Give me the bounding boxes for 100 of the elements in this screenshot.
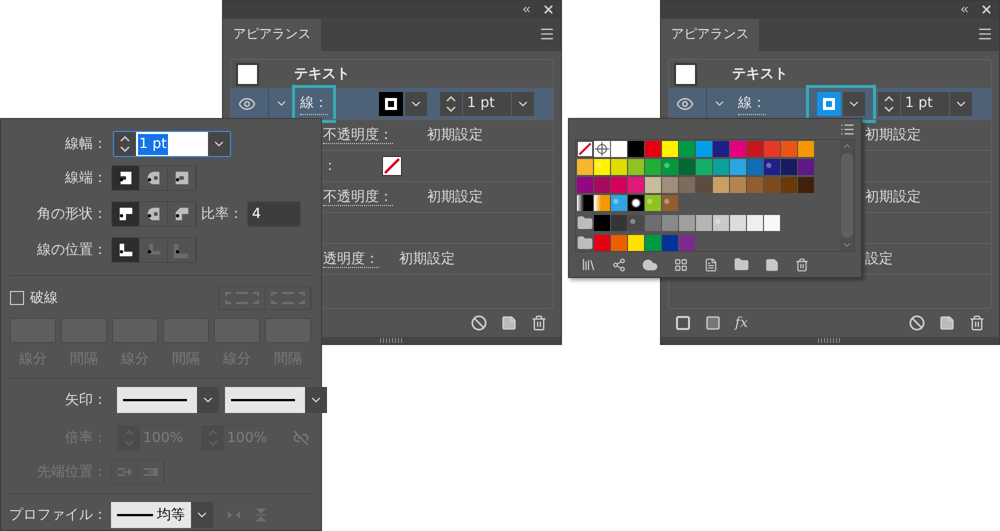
- resize-grip-icon[interactable]: [380, 338, 404, 343]
- dropdown-button[interactable]: [305, 387, 327, 413]
- color-swatch[interactable]: [730, 177, 746, 193]
- stroke-swatch[interactable]: [379, 92, 403, 116]
- add-fill-icon[interactable]: [705, 315, 721, 331]
- resize-grip-icon[interactable]: [818, 338, 842, 343]
- color-swatch[interactable]: [713, 141, 729, 157]
- scrollbar[interactable]: [840, 140, 854, 251]
- none-swatch[interactable]: [382, 156, 402, 176]
- stepper-button[interactable]: [878, 92, 900, 116]
- color-swatch[interactable]: [662, 235, 678, 251]
- dropdown-button[interactable]: [843, 92, 865, 116]
- color-swatch[interactable]: [628, 141, 644, 157]
- color-swatch[interactable]: [611, 215, 627, 231]
- flip-horizontal-icon[interactable]: [227, 509, 241, 521]
- color-swatch[interactable]: [764, 177, 780, 193]
- color-swatch[interactable]: [798, 159, 814, 175]
- center-option[interactable]: [112, 238, 140, 262]
- color-swatch[interactable]: [628, 177, 644, 193]
- share-nodes-icon[interactable]: [612, 258, 626, 272]
- trash-icon[interactable]: [795, 258, 809, 272]
- attribute-label[interactable]: 不透明度：: [323, 126, 393, 144]
- color-swatch[interactable]: [645, 215, 661, 231]
- clear-icon[interactable]: [471, 315, 487, 331]
- color-swatch[interactable]: [764, 141, 780, 157]
- color-swatch[interactable]: [662, 195, 678, 211]
- document-icon[interactable]: [704, 258, 718, 272]
- trash-icon[interactable]: [969, 315, 985, 331]
- attribute-label[interactable]: 透明度：: [323, 250, 379, 268]
- color-swatch[interactable]: [747, 159, 763, 175]
- folder-icon[interactable]: [577, 235, 593, 251]
- color-swatch[interactable]: [781, 177, 797, 193]
- menu-icon[interactable]: [539, 26, 555, 42]
- stroke-weight-control[interactable]: 1 pt: [113, 131, 231, 157]
- close-icon[interactable]: [542, 3, 555, 16]
- color-swatch[interactable]: [645, 235, 661, 251]
- color-swatch[interactable]: [747, 215, 763, 231]
- color-swatch[interactable]: [577, 159, 593, 175]
- color-swatch[interactable]: [679, 215, 695, 231]
- list-view-icon[interactable]: [840, 122, 855, 136]
- stroke-swatch[interactable]: [817, 92, 841, 116]
- color-swatch[interactable]: [628, 195, 644, 211]
- color-swatch[interactable]: [611, 235, 627, 251]
- color-swatch[interactable]: [611, 159, 627, 175]
- color-swatch[interactable]: [628, 159, 644, 175]
- color-swatch[interactable]: [781, 141, 797, 157]
- stroke-weight-field[interactable]: 1 pt: [901, 92, 949, 116]
- color-swatch[interactable]: [679, 235, 695, 251]
- limit-field[interactable]: 4: [247, 201, 301, 227]
- color-swatch[interactable]: [611, 141, 627, 157]
- end-arrow-dropdown[interactable]: [225, 387, 305, 413]
- stepper-button[interactable]: [114, 132, 136, 156]
- scrollbar-thumb[interactable]: [841, 153, 853, 238]
- color-swatch[interactable]: [628, 215, 644, 231]
- duplicate-icon[interactable]: [939, 315, 955, 331]
- color-swatch[interactable]: [645, 159, 661, 175]
- library-icon[interactable]: [581, 257, 596, 272]
- color-swatch[interactable]: [611, 177, 627, 193]
- dropdown-button[interactable]: [512, 92, 534, 116]
- miter-option[interactable]: [112, 202, 140, 226]
- color-swatch[interactable]: [798, 141, 814, 157]
- new-swatch-icon[interactable]: [765, 258, 779, 272]
- color-swatch[interactable]: [628, 235, 644, 251]
- color-swatch[interactable]: [645, 177, 661, 193]
- collapse-icon[interactable]: [959, 4, 970, 15]
- color-swatch[interactable]: [781, 159, 797, 175]
- color-swatch[interactable]: [696, 141, 712, 157]
- fx-button[interactable]: fx: [735, 312, 748, 334]
- grid-icon[interactable]: [674, 258, 688, 272]
- folder-icon[interactable]: [577, 215, 593, 231]
- color-swatch[interactable]: [594, 195, 610, 211]
- color-swatch[interactable]: [764, 159, 780, 175]
- close-icon[interactable]: [980, 3, 993, 16]
- color-swatch[interactable]: [662, 215, 678, 231]
- color-swatch[interactable]: [594, 177, 610, 193]
- color-swatch[interactable]: [662, 177, 678, 193]
- dropdown-button[interactable]: [950, 92, 972, 116]
- panel-tab[interactable]: アピアランス: [223, 19, 321, 51]
- dropdown-button[interactable]: [197, 387, 219, 413]
- dropdown-button[interactable]: [191, 502, 213, 528]
- color-swatch[interactable]: [679, 141, 695, 157]
- butt-option[interactable]: [112, 166, 140, 190]
- none-swatch[interactable]: [577, 141, 593, 157]
- collapse-icon[interactable]: [521, 4, 532, 15]
- clear-icon[interactable]: [909, 315, 925, 331]
- color-swatch[interactable]: [696, 215, 712, 231]
- color-swatch[interactable]: [747, 141, 763, 157]
- color-swatch[interactable]: [594, 159, 610, 175]
- color-swatch[interactable]: [645, 195, 661, 211]
- color-swatch[interactable]: [662, 159, 678, 175]
- cloud-icon[interactable]: [642, 256, 658, 272]
- registration-swatch[interactable]: [594, 141, 610, 157]
- unlink-icon[interactable]: [293, 430, 309, 446]
- color-swatch[interactable]: [645, 141, 661, 157]
- color-swatch[interactable]: [577, 177, 593, 193]
- color-swatch[interactable]: [577, 195, 593, 211]
- color-swatch[interactable]: [594, 235, 610, 251]
- profile-dropdown[interactable]: 均等: [111, 502, 191, 528]
- duplicate-icon[interactable]: [501, 315, 517, 331]
- color-swatch[interactable]: [764, 215, 780, 231]
